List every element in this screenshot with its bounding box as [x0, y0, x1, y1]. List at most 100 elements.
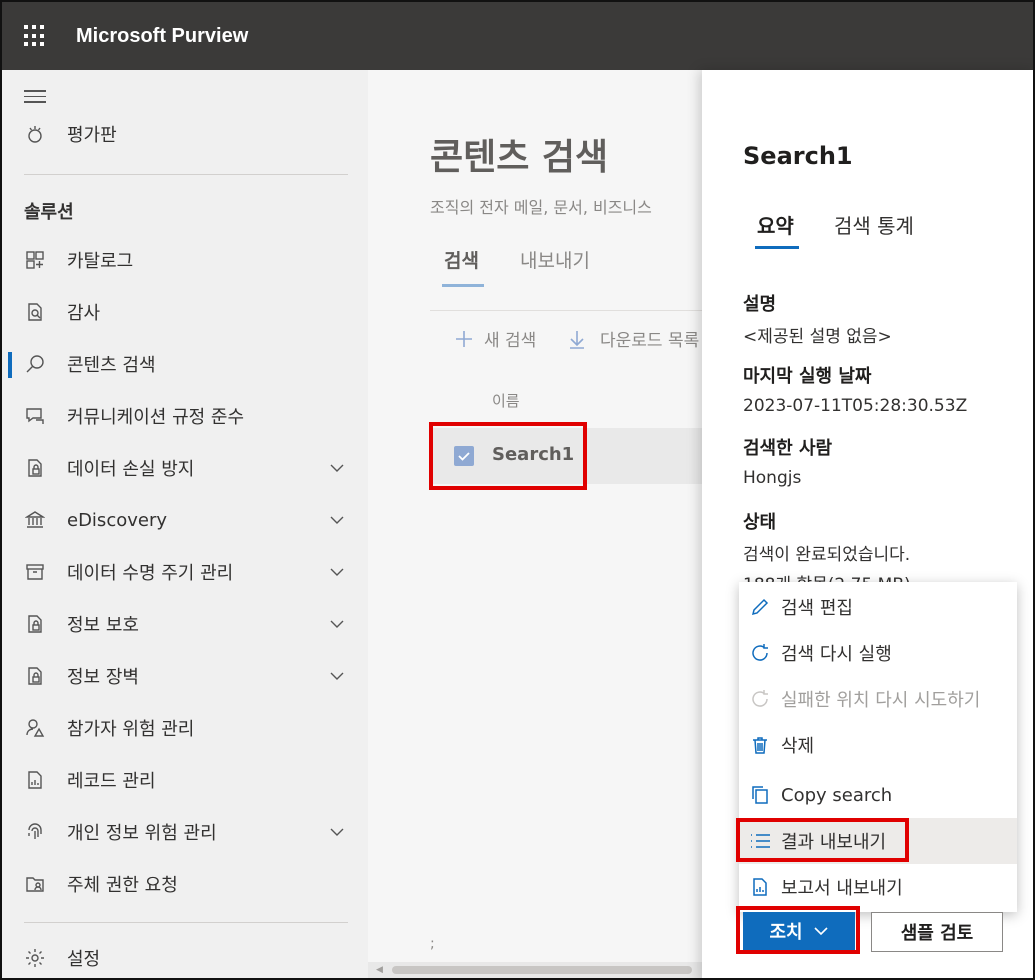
- sidebar-item-trial[interactable]: 평가판: [2, 114, 368, 154]
- tab-search[interactable]: 검색: [442, 246, 484, 287]
- trash-icon: [749, 734, 771, 756]
- new-search-label: 새 검색: [484, 331, 537, 351]
- last-run-value: 2023-07-11T05:28:30.53Z: [743, 396, 968, 416]
- sidebar-item-label: 정보 보호: [67, 615, 139, 636]
- sample-review-label: 샘플 검토: [900, 923, 974, 944]
- status-value: 검색이 완료되었습니다.: [743, 545, 911, 565]
- sidebar-item-ediscovery[interactable]: eDiscovery: [2, 500, 368, 540]
- chevron-down-icon[interactable]: [328, 823, 346, 841]
- sidebar-item-lifecycle[interactable]: 데이터 수명 주기 관리: [2, 552, 368, 592]
- page-title: 콘텐츠 검색: [430, 137, 609, 178]
- menu-item-edit-search[interactable]: 검색 편집: [739, 584, 1017, 630]
- column-header-name[interactable]: 이름: [492, 390, 520, 411]
- page-description: 조직의 전자 메일, 문서, 비즈니스: [430, 198, 652, 217]
- sidebar-item-audit[interactable]: 감사: [2, 292, 368, 332]
- sidebar-divider: [24, 922, 348, 923]
- panel-title: Search1: [743, 142, 853, 170]
- sidebar-item-settings[interactable]: 설정: [2, 938, 368, 978]
- menu-item-export-report[interactable]: 보고서 내보내기: [739, 864, 1017, 910]
- sidebar-item-communication-compliance[interactable]: 커뮤니케이션 규정 준수: [2, 396, 368, 436]
- new-search-button[interactable]: 새 검색: [454, 326, 536, 351]
- download-list-button[interactable]: 다운로드 목록: [568, 326, 699, 351]
- tab-divider: [430, 310, 702, 311]
- gear-icon: [24, 947, 46, 969]
- sidebar-item-subject-rights[interactable]: 주체 권한 요청: [2, 864, 368, 904]
- sidebar-item-label: 평가판: [67, 125, 117, 146]
- menu-item-label: 보고서 내보내기: [781, 878, 903, 899]
- chevron-down-icon[interactable]: [328, 667, 346, 685]
- menu-item-label: 삭제: [781, 736, 815, 757]
- footer-mark: ;: [430, 936, 435, 952]
- pencil-icon: [749, 596, 771, 618]
- sidebar-item-info-barriers[interactable]: 정보 장벽: [2, 656, 368, 696]
- sidebar-item-label: 커뮤니케이션 규정 준수: [67, 407, 245, 428]
- sidebar-item-label: 카탈로그: [67, 251, 134, 272]
- folder-person-icon: [24, 873, 46, 895]
- sidebar-item-label: 데이터 손실 방지: [67, 459, 195, 480]
- sidebar-divider: [24, 174, 348, 175]
- sidebar-item-label: 개인 정보 위험 관리: [67, 823, 217, 844]
- searched-by-value: Hongjs: [743, 468, 802, 488]
- chat-icon: [24, 405, 46, 427]
- hamburger-menu-icon[interactable]: [24, 90, 46, 104]
- records-icon: [24, 769, 46, 791]
- app-name[interactable]: Microsoft Purview: [76, 25, 248, 48]
- sidebar-item-info-protection[interactable]: 정보 보호: [2, 604, 368, 644]
- app-launcher-icon[interactable]: [24, 25, 46, 47]
- trial-icon: [24, 123, 46, 145]
- sidebar-item-label: 레코드 관리: [67, 771, 156, 792]
- sidebar-item-privacy-risk[interactable]: 개인 정보 위험 관리: [2, 812, 368, 852]
- sidebar-item-dlp[interactable]: 데이터 손실 방지: [2, 448, 368, 488]
- tab-summary[interactable]: 요약: [755, 210, 799, 249]
- horizontal-scrollbar[interactable]: ◀: [368, 962, 702, 978]
- tab-search-stats[interactable]: 검색 통계: [834, 210, 914, 239]
- barrier-icon: [24, 665, 46, 687]
- search-icon: [24, 353, 46, 375]
- top-bar: Microsoft Purview: [2, 2, 1033, 70]
- main-content: 콘텐츠 검색 조직의 전자 메일, 문서, 비즈니스 검색 내보내기 새 검색 …: [368, 70, 702, 978]
- chevron-down-icon[interactable]: [328, 615, 346, 633]
- menu-item-label: Copy search: [781, 784, 893, 806]
- scroll-left-icon[interactable]: ◀: [376, 965, 383, 975]
- sidebar-item-label: 주체 권한 요청: [67, 875, 178, 896]
- download-list-label: 다운로드 목록: [600, 331, 700, 351]
- download-icon: [570, 330, 584, 349]
- dlp-icon: [24, 457, 46, 479]
- sidebar-item-label: 감사: [67, 303, 101, 324]
- sidebar-item-label: 참가자 위험 관리: [67, 719, 195, 740]
- copy-icon: [749, 784, 771, 806]
- scrollbar-thumb[interactable]: [392, 966, 692, 974]
- chevron-down-icon[interactable]: [328, 459, 346, 477]
- last-run-label: 마지막 실행 날짜: [743, 366, 872, 387]
- bank-icon: [24, 509, 46, 531]
- annotation-highlight-export: [736, 818, 909, 862]
- menu-item-delete[interactable]: 삭제: [739, 722, 1017, 768]
- sample-review-button[interactable]: 샘플 검토: [871, 912, 1003, 952]
- actions-menu: 검색 편집 검색 다시 실행 실패한 위치 다시 시도하기 삭제 Copy se…: [739, 582, 1017, 912]
- sidebar-item-records[interactable]: 레코드 관리: [2, 760, 368, 800]
- sidebar-item-label: 콘텐츠 검색: [67, 355, 156, 376]
- menu-item-label: 실패한 위치 다시 시도하기: [781, 690, 981, 711]
- refresh-icon: [749, 642, 771, 664]
- chevron-down-icon[interactable]: [328, 563, 346, 581]
- sidebar-item-label: 정보 장벽: [67, 667, 139, 688]
- chevron-down-icon[interactable]: [328, 511, 346, 529]
- catalog-icon: [24, 249, 46, 271]
- menu-item-rerun-search[interactable]: 검색 다시 실행: [739, 630, 1017, 676]
- menu-item-label: 검색 다시 실행: [781, 644, 892, 665]
- audit-icon: [24, 301, 46, 323]
- tab-export[interactable]: 내보내기: [520, 246, 590, 273]
- fingerprint-icon: [24, 821, 46, 843]
- menu-item-copy-search[interactable]: Copy search: [739, 772, 1017, 818]
- sidebar-item-insider-risk[interactable]: 참가자 위험 관리: [2, 708, 368, 748]
- menu-item-label: 검색 편집: [781, 598, 853, 619]
- archive-icon: [24, 561, 46, 583]
- sidebar: 평가판 솔루션 카탈로그 감사 콘텐츠 검색 커뮤니케이션 규정 준수 데이터 …: [2, 70, 368, 978]
- plus-icon: [456, 330, 472, 347]
- report-icon: [749, 876, 771, 898]
- menu-item-retry-failed[interactable]: 실패한 위치 다시 시도하기: [739, 676, 1017, 722]
- searched-by-label: 검색한 사람: [743, 438, 833, 459]
- sidebar-item-catalog[interactable]: 카탈로그: [2, 240, 368, 280]
- status-label: 상태: [743, 512, 777, 533]
- sidebar-item-content-search[interactable]: 콘텐츠 검색: [2, 344, 368, 384]
